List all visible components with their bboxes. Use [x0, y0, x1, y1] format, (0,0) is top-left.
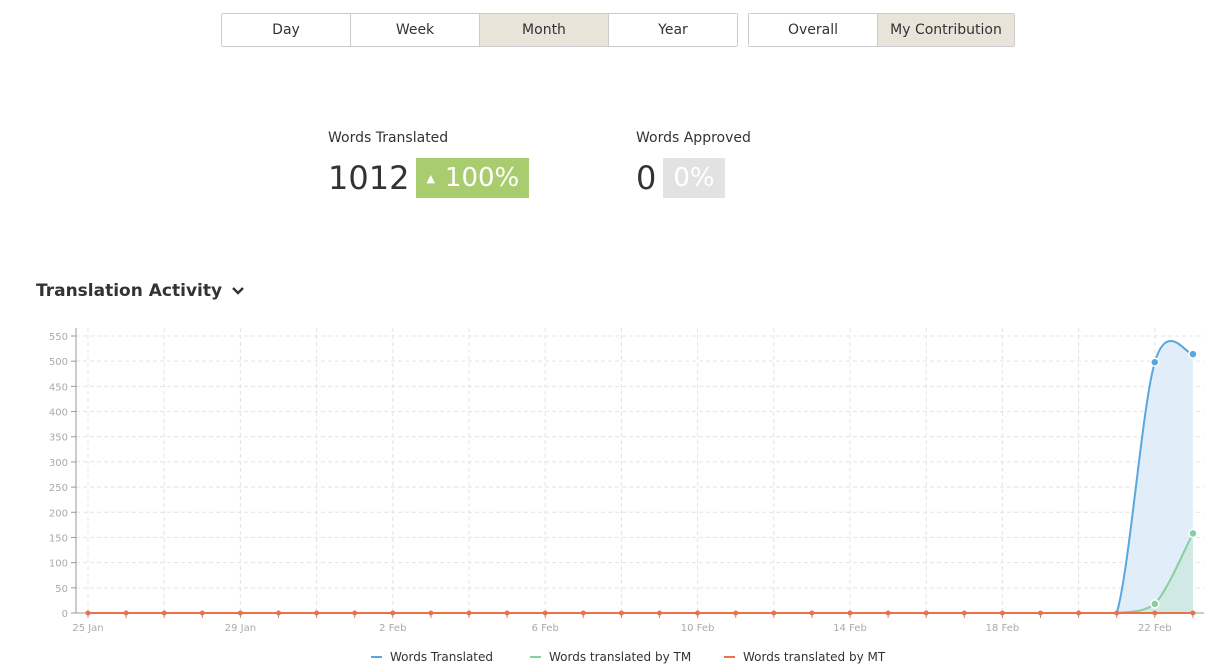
- data-point: [542, 610, 548, 616]
- y-tick-label: 200: [49, 508, 68, 519]
- data-point: [809, 610, 815, 616]
- y-tick-label: 350: [49, 433, 68, 444]
- data-point: [237, 610, 243, 616]
- y-tick-label: 550: [49, 332, 68, 343]
- y-tick-label: 300: [49, 458, 68, 469]
- x-tick-label: 10 Feb: [681, 623, 715, 634]
- data-point: [885, 610, 891, 616]
- y-tick-label: 500: [49, 357, 68, 368]
- y-tick-label: 400: [49, 408, 68, 419]
- x-tick-label: 14 Feb: [833, 623, 867, 634]
- data-point: [85, 610, 91, 616]
- data-point: [733, 610, 739, 616]
- y-tick-label: 100: [49, 559, 68, 570]
- legend-item-mt[interactable]: Words translated by MT: [724, 650, 885, 664]
- series-line-1: [88, 532, 1194, 614]
- data-point: [580, 610, 586, 616]
- x-tick-label: 22 Feb: [1138, 623, 1172, 634]
- data-point: [428, 610, 434, 616]
- x-tick-label: 25 Jan: [72, 623, 103, 634]
- data-point: [771, 610, 777, 616]
- data-point: [466, 610, 472, 616]
- data-point: [695, 610, 701, 616]
- legend-label: Words translated by TM: [549, 650, 692, 664]
- data-point: [161, 610, 167, 616]
- data-point: [657, 610, 662, 616]
- data-point: [1150, 599, 1160, 609]
- data-point: [1150, 357, 1160, 367]
- data-point: [1076, 610, 1082, 616]
- data-point: [199, 610, 205, 616]
- data-point: [847, 610, 853, 616]
- data-point: [1188, 528, 1198, 539]
- legend-item-tm[interactable]: Words translated by TM: [530, 650, 691, 664]
- translation-activity-chart: 0 50 100 150 200 250 300 350 400 450 500 550 25 Jan 2…: [49, 328, 1204, 634]
- data-point: [1038, 610, 1043, 616]
- data-point: [1188, 349, 1198, 359]
- y-tick-label: 50: [55, 584, 68, 595]
- data-point: [314, 610, 320, 616]
- data-point: [276, 610, 281, 616]
- legend-label: Words Translated: [390, 650, 494, 664]
- y-tick-label: 450: [49, 382, 68, 393]
- data-point: [618, 610, 624, 616]
- data-point: [1152, 610, 1158, 616]
- legend-item-words-translated[interactable]: Words Translated: [371, 650, 493, 664]
- y-tick-label: 150: [49, 533, 68, 544]
- data-point: [504, 610, 510, 616]
- data-point: [1190, 610, 1196, 616]
- data-point: [999, 610, 1005, 616]
- data-point: [961, 610, 967, 616]
- data-point: [923, 610, 929, 616]
- legend-label: Words translated by MT: [743, 650, 886, 664]
- data-point: [352, 610, 358, 616]
- x-tick-label: 6 Feb: [532, 623, 559, 634]
- x-tick-label: 18 Feb: [986, 623, 1020, 634]
- series-line-0: [88, 340, 1194, 614]
- y-tick-label: 0: [62, 609, 68, 620]
- data-point: [390, 610, 396, 616]
- x-tick-label: 2 Feb: [379, 623, 406, 634]
- series-area-1: [88, 533, 1193, 613]
- series-area-0: [88, 341, 1193, 613]
- data-point: [1114, 610, 1120, 616]
- data-point: [123, 610, 129, 616]
- y-tick-label: 250: [49, 483, 68, 494]
- x-tick-label: 29 Jan: [225, 623, 256, 634]
